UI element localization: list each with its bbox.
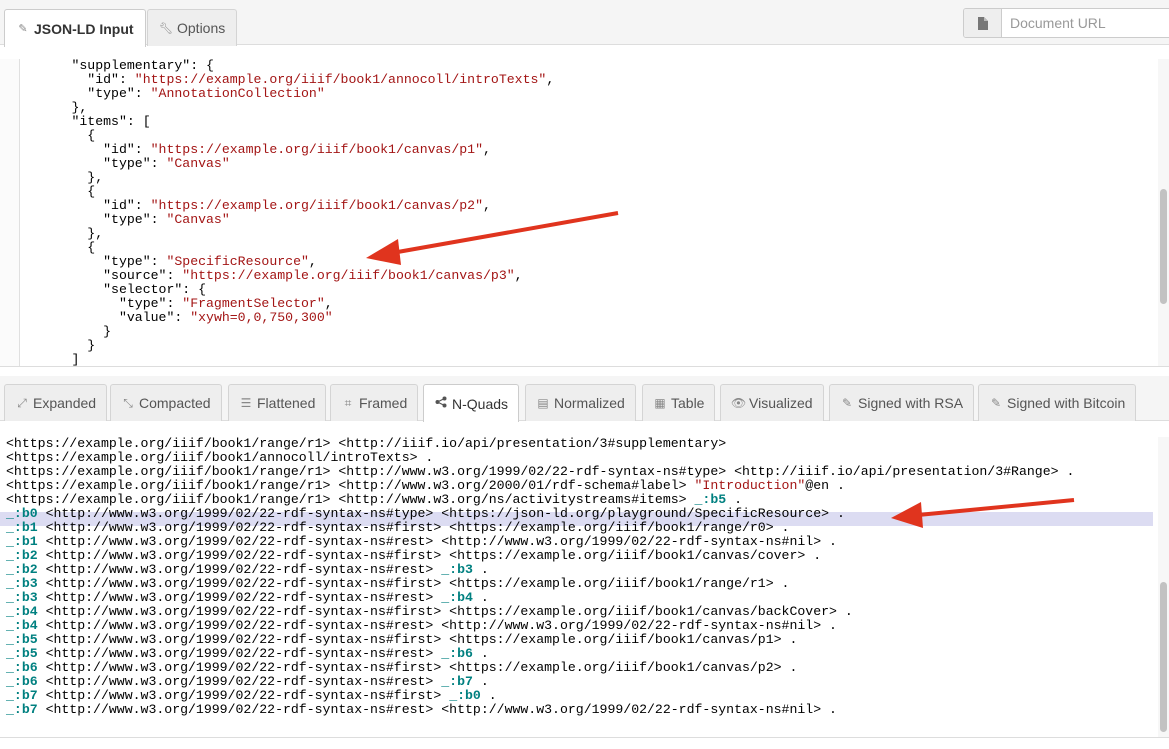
wrench-icon: 🔧︎ (159, 22, 173, 35)
tab-label: Compacted (139, 395, 211, 411)
tab-label: Expanded (33, 395, 97, 411)
output-code[interactable]: <https://example.org/iiif/book1/range/r1… (6, 437, 1074, 717)
share-icon (434, 396, 448, 411)
tab-label: JSON-LD Input (34, 20, 134, 37)
tab-json-ld-input[interactable]: ✎ JSON-LD Input (4, 9, 146, 47)
editor-gutter (0, 59, 20, 366)
document-url-input[interactable] (1002, 9, 1169, 37)
table-header-icon: ▤ (537, 396, 549, 410)
n-quads-output-editor[interactable]: <https://example.org/iiif/book1/range/r1… (0, 437, 1169, 738)
pencil-icon: ✎ (990, 396, 1002, 410)
expand-icon: ⤢ (17, 395, 27, 410)
grid-icon: ▦ (654, 396, 666, 410)
output-scrollbar-thumb[interactable] (1160, 582, 1167, 732)
eye-icon: 👁︎ (731, 396, 747, 410)
list-icon: ☰ (240, 396, 252, 410)
tab-signed-with-bitcoin[interactable]: ✎ Signed with Bitcoin (978, 384, 1137, 421)
tab-normalized[interactable]: ▤ Normalized (525, 384, 636, 421)
tab-label: Options (177, 20, 226, 36)
tab-label: Flattened (257, 395, 316, 411)
pencil-icon: ✎ (841, 396, 853, 410)
tab-table[interactable]: ▦ Table (642, 384, 716, 421)
input-code[interactable]: "supplementary": { "id": "https://exampl… (24, 59, 554, 366)
compress-icon: ⤡ (123, 395, 133, 410)
tab-framed[interactable]: ⌗ Framed (330, 384, 419, 421)
output-scrollbar[interactable] (1158, 437, 1169, 737)
crop-icon: ⌗ (344, 395, 352, 410)
file-icon (964, 9, 1002, 37)
tab-label: N-Quads (452, 395, 509, 412)
output-tab-bar: ⤢ Expanded ⤡ Compacted ☰ Flattened ⌗ Fra… (0, 376, 1169, 422)
tab-options[interactable]: 🔧︎ Options (147, 9, 238, 46)
tab-expanded[interactable]: ⤢ Expanded (4, 384, 108, 421)
tab-label: Signed with RSA (858, 395, 964, 411)
tab-compacted[interactable]: ⤡ Compacted (110, 384, 222, 421)
tab-flattened[interactable]: ☰ Flattened (228, 384, 327, 421)
tab-visualized[interactable]: 👁︎ Visualized (720, 384, 824, 421)
tab-label: Table (671, 395, 705, 411)
document-url-group (963, 8, 1169, 38)
tab-n-quads[interactable]: N-Quads (423, 384, 520, 422)
input-scrollbar[interactable] (1158, 59, 1169, 366)
tab-signed-with-rsa[interactable]: ✎ Signed with RSA (829, 384, 975, 421)
input-tab-bar: ✎ JSON-LD Input 🔧︎ Options (0, 0, 1169, 47)
tab-label: Signed with Bitcoin (1007, 395, 1126, 411)
tab-label: Framed (359, 395, 408, 411)
input-scrollbar-thumb[interactable] (1160, 189, 1167, 304)
tab-label: Normalized (554, 395, 625, 411)
json-ld-input-editor[interactable]: "supplementary": { "id": "https://exampl… (0, 59, 1169, 367)
pencil-icon: ✎ (18, 23, 28, 35)
tab-label: Visualized (749, 395, 813, 411)
